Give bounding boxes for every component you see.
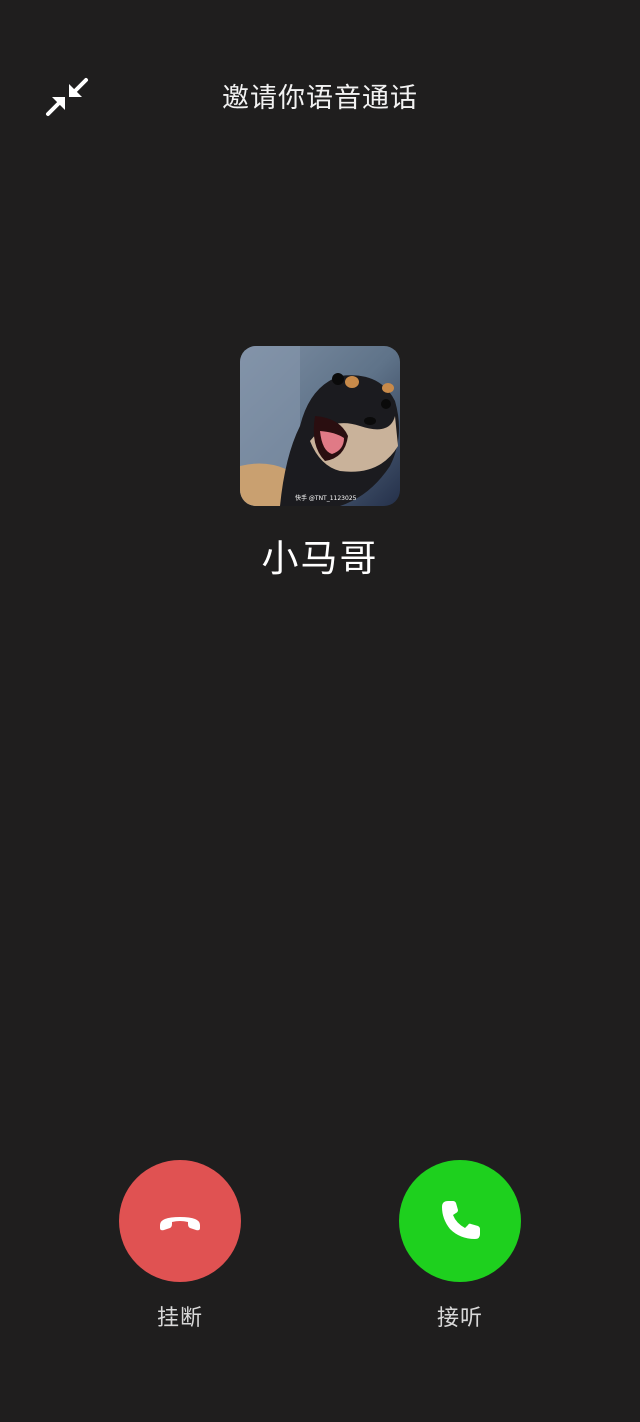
- phone-hangup-icon: [160, 1217, 200, 1231]
- dog-photo-icon: 快手 @TNT_1123025: [240, 346, 400, 506]
- answer-action: 接听: [399, 1160, 521, 1332]
- answer-label: 接听: [436, 1306, 483, 1331]
- avatar-watermark: 快手 @TNT_1123025: [295, 494, 357, 502]
- caller-avatar: 快手 @TNT_1123025: [240, 346, 400, 506]
- call-title: 邀请你语音通话: [222, 83, 418, 114]
- phone-icon: [442, 1201, 480, 1239]
- hangup-action: 挂断: [119, 1160, 241, 1332]
- voice-call-screen: 邀请你语音通话 快手 @TNT_1123025 小马哥 挂断 接听: [0, 0, 640, 1422]
- answer-button[interactable]: [399, 1160, 521, 1282]
- hangup-button[interactable]: [119, 1160, 241, 1282]
- caller-name: 小马哥: [261, 537, 379, 580]
- hangup-label: 挂断: [156, 1306, 203, 1331]
